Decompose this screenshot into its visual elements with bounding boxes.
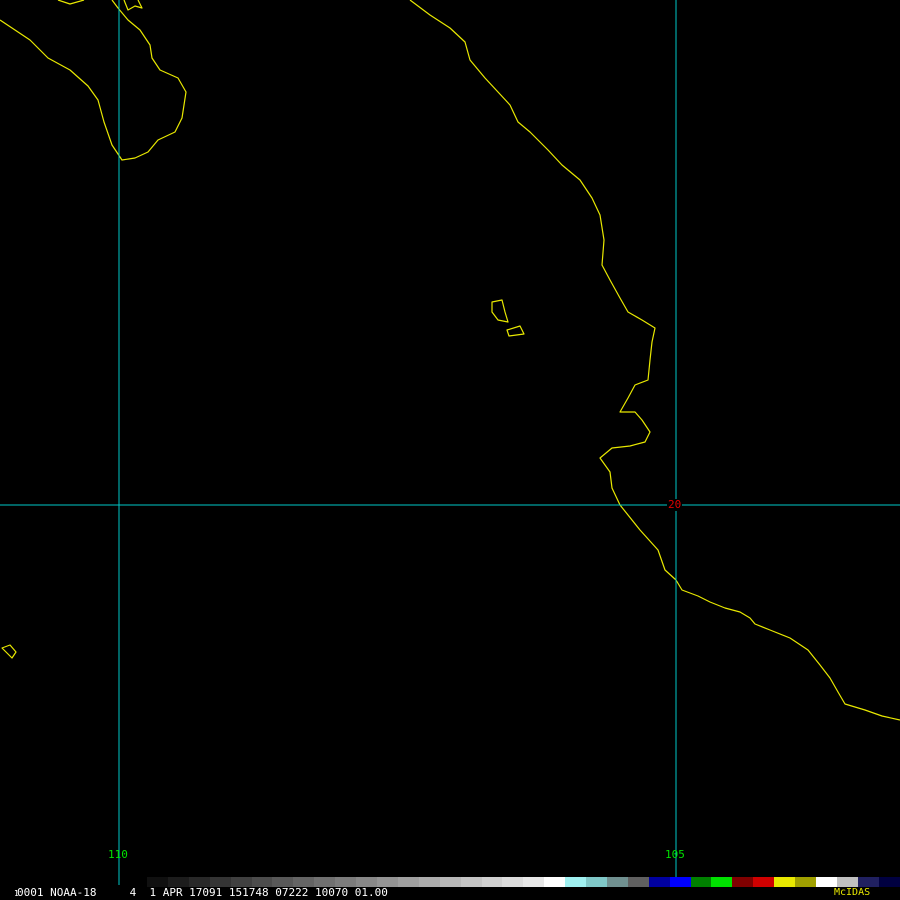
color-swatch: [753, 877, 775, 887]
northwest-coast-fragment: [57, 0, 85, 5]
color-swatch: [690, 877, 712, 887]
color-swatch: [648, 877, 670, 887]
color-swatch: [460, 877, 482, 887]
color-swatch: [836, 877, 858, 887]
mcidas-logo-text: McIDAS: [834, 887, 871, 898]
color-swatch: [544, 877, 566, 887]
tres-marias-island-north: [491, 299, 509, 323]
coastlines: [0, 0, 900, 721]
satellite-map: [0, 0, 900, 885]
color-swatch: [816, 877, 837, 887]
baja-peninsula-coastline: [0, 0, 187, 161]
color-swatch: [669, 877, 691, 887]
color-swatch: [857, 877, 879, 887]
color-swatch: [523, 877, 545, 887]
color-swatch: [439, 877, 461, 887]
color-swatch: [397, 877, 419, 887]
color-swatch: [418, 877, 440, 887]
color-swatch: [627, 877, 649, 887]
color-swatch: [481, 877, 503, 887]
color-swatch: [711, 877, 733, 887]
meridian-105-label: 105: [665, 848, 685, 861]
graticule: [0, 0, 900, 885]
socorro-island: [1, 644, 17, 659]
parallel-20-label: 20: [667, 498, 683, 511]
color-swatch: [586, 877, 607, 887]
color-swatch: [565, 877, 587, 887]
color-swatch: [606, 877, 628, 887]
color-swatch: [795, 877, 816, 887]
color-swatch: [878, 877, 900, 887]
tres-marias-island-south: [506, 325, 525, 337]
color-swatch: [732, 877, 754, 887]
mainland-mexico-coastline: [409, 0, 900, 721]
meridian-110-label: 110: [108, 848, 128, 861]
baja-tip-islet: [123, 0, 143, 11]
color-swatch: [774, 877, 796, 887]
image-metadata-text: 0001 NOAA-18 4 1 APR 17091 151748 07222 …: [17, 886, 388, 899]
color-swatch: [502, 877, 524, 887]
